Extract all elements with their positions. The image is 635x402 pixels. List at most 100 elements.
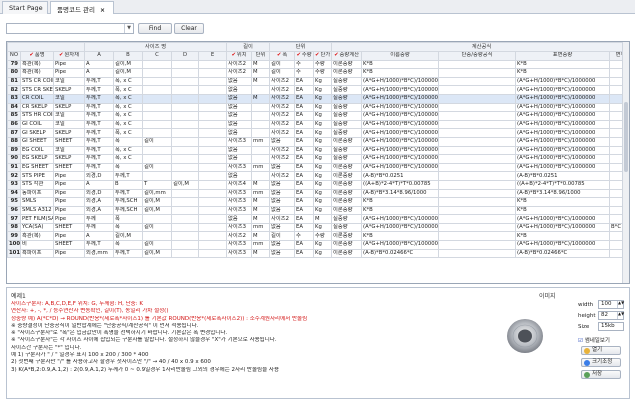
table-cell[interactable]: GI COIL	[20, 119, 54, 130]
table-cell[interactable]: 폭, x C	[113, 128, 143, 138]
table-cell[interactable]: 두께,T	[84, 154, 114, 164]
tab-start-page[interactable]: Start Page	[2, 1, 48, 14]
table-cell[interactable]: Pipe	[53, 214, 85, 224]
table-cell[interactable]: 수량	[313, 59, 333, 70]
table-cell[interactable]: 폭, x C	[113, 119, 143, 130]
table-cell[interactable]: (A*G+H/1000)*B*C)/1000000	[515, 93, 611, 104]
table-cell[interactable]	[438, 171, 517, 181]
table-cell[interactable]: 길이,M	[142, 248, 172, 259]
table-cell[interactable]: 없음	[226, 119, 253, 130]
table-cell[interactable]: M	[313, 214, 333, 224]
table-cell[interactable]: Kg	[313, 111, 333, 121]
table-cell[interactable]	[171, 188, 199, 199]
table-cell[interactable]: 사이즈3	[226, 188, 253, 199]
table-cell[interactable]: K*B	[515, 68, 611, 78]
table-cell[interactable]	[171, 59, 199, 70]
table-cell[interactable]	[438, 128, 517, 138]
table-cell[interactable]	[251, 111, 271, 121]
table-cell[interactable]: SMLS A312	[20, 205, 54, 216]
table-cell[interactable]: 없음	[269, 162, 296, 173]
table-cell[interactable]	[142, 128, 172, 138]
table-cell[interactable]: 사이즈2	[269, 119, 296, 130]
table-cell[interactable]: 길이,mm	[142, 188, 172, 199]
table-cell[interactable]: M	[251, 205, 271, 216]
table-cell[interactable]: (A*G+H/1000)*B*C)/1000000	[361, 136, 440, 147]
table-cell[interactable]: 흑관(복)	[20, 59, 54, 70]
table-cell[interactable]: 사이즈3	[226, 205, 253, 216]
table-cell[interactable]	[197, 145, 228, 156]
table-cell[interactable]	[438, 188, 517, 199]
table-cell[interactable]: (A*G+H/1000)*B*C)/1000000	[515, 119, 611, 130]
table-cell[interactable]: (A*G+H/1000)*B*C)/1000000	[361, 240, 440, 250]
table-row[interactable]: 88 GI SHEET SHEET 두께,T 폭 길이 사이즈3 mm 없음 EA Kg 이론중량 (A…	[7, 136, 629, 147]
table-cell[interactable]	[251, 171, 271, 181]
table-cell[interactable]	[197, 231, 228, 242]
table-cell[interactable]: 폭, x C	[113, 154, 143, 164]
table-cell[interactable]: (A*G+H/1000)*B*C)/1000000	[361, 128, 440, 138]
table-cell[interactable]: M	[251, 231, 271, 242]
table-cell[interactable]: (A*G+H/1000)*B*C)/1000000	[361, 93, 440, 104]
table-cell[interactable]	[251, 119, 271, 130]
table-cell[interactable]: 없음	[269, 240, 296, 250]
table-cell[interactable]: mm	[251, 188, 271, 199]
table-cell[interactable]: 실중량	[331, 85, 363, 95]
table-cell[interactable]: 두께,SCH	[113, 197, 143, 207]
column-header[interactable]: ✔수량	[294, 51, 315, 61]
table-cell[interactable]: A	[84, 68, 114, 78]
column-header[interactable]: 표면중량	[515, 51, 611, 61]
table-cell[interactable]	[438, 162, 517, 173]
table-cell[interactable]: 사이즈3	[226, 240, 253, 250]
table-cell[interactable]: K*B	[515, 231, 611, 242]
table-cell[interactable]	[142, 59, 172, 70]
table-row[interactable]: 91 EG SHEET SHEET 두께,T 폭 길이 사이즈3 mm 없음 EA Kg 이론중량 (A…	[7, 162, 629, 173]
table-cell[interactable]	[197, 68, 228, 78]
table-cell[interactable]	[438, 231, 517, 242]
table-cell[interactable]: (A*G+H/1000)*B*C)/1000000	[361, 222, 440, 233]
table-cell[interactable]: 없음	[269, 197, 296, 207]
table-row[interactable]: 82STS CR SKELPSKELP두께,T폭, x C 없음 사이즈2EAKg실…	[7, 85, 629, 95]
table-cell[interactable]	[197, 85, 228, 95]
table-cell[interactable]: 코일	[53, 119, 85, 130]
table-cell[interactable]: STS HR COIL	[20, 111, 54, 121]
chevron-down-icon[interactable]: ▼	[124, 24, 133, 33]
table-cell[interactable]: 사이즈2	[269, 93, 296, 104]
table-cell[interactable]	[251, 128, 271, 138]
table-cell[interactable]: EA	[294, 76, 315, 87]
table-cell[interactable]: 없음	[269, 136, 296, 147]
table-cell[interactable]: 흑파이프	[20, 248, 54, 259]
table-cell[interactable]: EA	[294, 85, 315, 95]
table-cell[interactable]: (A*G+H/1000)*B*C)/1000000	[515, 111, 611, 121]
table-cell[interactable]: 실중량	[331, 214, 363, 224]
table-cell[interactable]: SKELP	[53, 154, 85, 164]
table-cell[interactable]: STS PIPE	[20, 171, 54, 181]
table-cell[interactable]	[171, 231, 199, 242]
table-cell[interactable]: 폭, x C	[113, 102, 143, 113]
table-cell[interactable]: 폭	[113, 136, 143, 147]
table-cell[interactable]: 외경,mm	[84, 248, 114, 259]
table-cell[interactable]: EA	[294, 136, 315, 147]
table-cell[interactable]	[171, 85, 199, 95]
table-cell[interactable]: 이론중량	[331, 59, 363, 70]
table-cell[interactable]: 두께,SCH	[113, 205, 143, 216]
table-row[interactable]: 101 흑파이프 Pipe 외경,mm 두께,T 길이,M 사이즈3 M 없음 EA Kg 이론중량(…	[7, 248, 629, 259]
table-cell[interactable]	[197, 205, 228, 216]
table-cell[interactable]: EA	[294, 171, 315, 181]
table-cell[interactable]: SHEET	[53, 240, 85, 250]
table-cell[interactable]: 수	[294, 68, 315, 78]
table-cell[interactable]	[438, 240, 517, 250]
table-cell[interactable]: M	[251, 93, 271, 104]
table-cell[interactable]	[197, 248, 228, 259]
table-cell[interactable]	[197, 76, 228, 87]
column-header[interactable]: ✔중량계산	[331, 51, 363, 61]
table-cell[interactable]	[171, 154, 199, 164]
table-cell[interactable]: (A*G+H/1000)*B*C)/1000000	[361, 154, 440, 164]
table-row[interactable]: 94 동파이프 Pipe 외경,D 두께,T 길이,mm 사이즈3 mm 없음 EA Kg 이론중량(…	[7, 188, 629, 199]
column-header[interactable]: ✔단가	[313, 51, 333, 61]
table-cell[interactable]	[171, 76, 199, 87]
height-field[interactable]: 82 ▲▼	[598, 311, 624, 320]
column-header[interactable]: ✔원자재	[53, 51, 85, 61]
table-cell[interactable]	[251, 85, 271, 95]
table-cell[interactable]: 길이	[142, 240, 172, 250]
table-cell[interactable]: Pipe	[53, 188, 85, 199]
table-cell[interactable]: (A-B)*B*0.0251	[361, 171, 440, 181]
